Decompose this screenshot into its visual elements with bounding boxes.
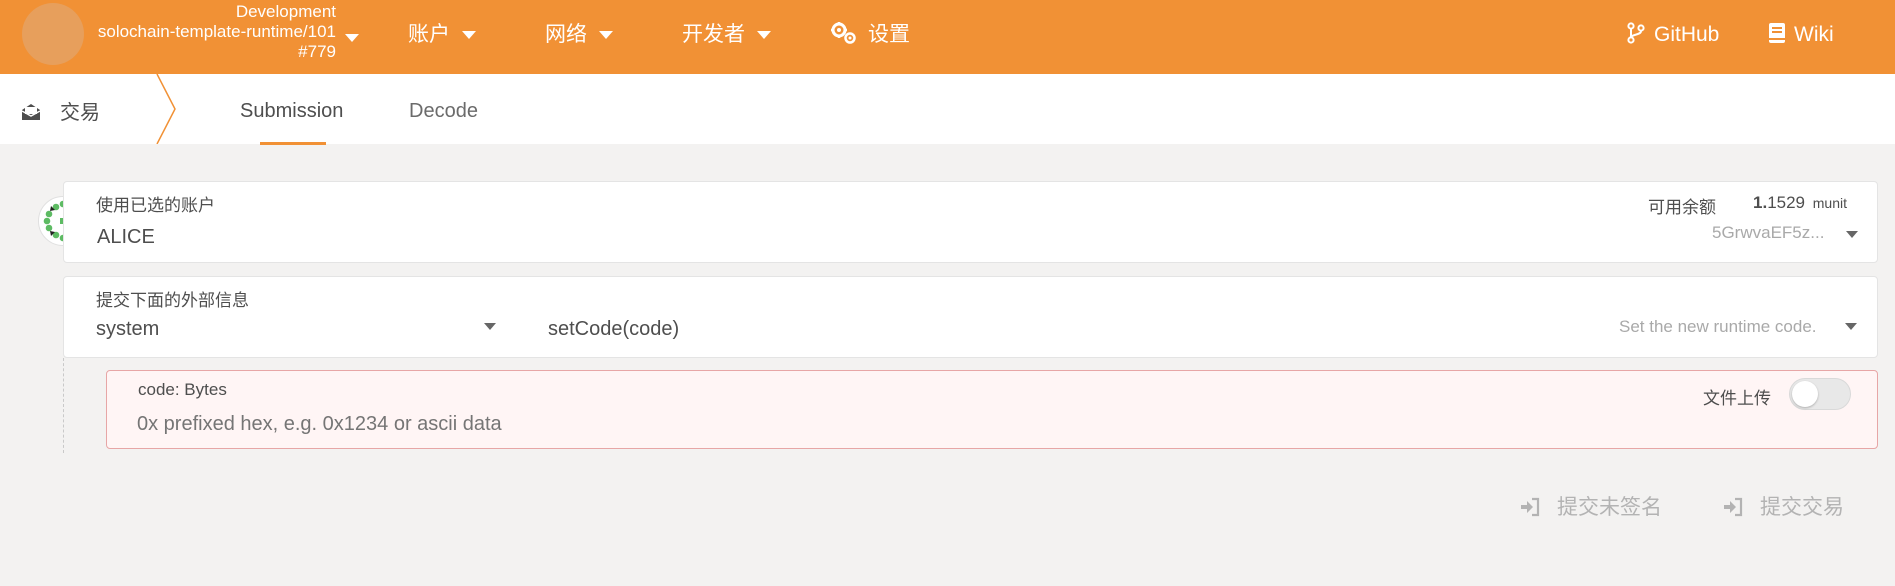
tab-submission[interactable]: Submission xyxy=(240,100,343,123)
chain-selector[interactable]: Development solochain-template-runtime/1… xyxy=(96,2,336,62)
book-icon xyxy=(1769,23,1785,43)
chevron-down-icon xyxy=(757,31,771,40)
code-param-card: code: Bytes 文件上传 xyxy=(106,370,1878,449)
chevron-down-icon xyxy=(599,31,613,40)
method-select[interactable]: setCode(code) xyxy=(548,318,679,341)
chevron-down-icon xyxy=(462,31,476,40)
top-bar: Development solochain-template-runtime/1… xyxy=(0,0,1895,74)
nav-accounts-label: 账户 xyxy=(408,23,450,46)
wiki-label: Wiki xyxy=(1794,23,1834,46)
nav-settings-label: 设置 xyxy=(868,23,910,46)
submit-transaction-button[interactable]: 提交交易 xyxy=(1722,491,1844,521)
submit-transaction-label: 提交交易 xyxy=(1760,496,1844,519)
wiki-link[interactable]: Wiki xyxy=(1768,20,1834,50)
chain-logo[interactable] xyxy=(22,3,84,65)
github-label: GitHub xyxy=(1654,23,1720,46)
nav-developer[interactable]: 开发者 xyxy=(682,20,771,50)
submit-unsigned-button[interactable]: 提交未签名 xyxy=(1519,491,1662,521)
block-number: #779 xyxy=(298,42,336,61)
param-indent-line xyxy=(63,358,64,453)
account-card[interactable]: 使用已选的账户 ALICE 可用余额 1.1529 munit 5GrwvaEF… xyxy=(63,181,1878,263)
tab-decode[interactable]: Decode xyxy=(409,100,478,123)
nav-settings[interactable]: 设置 xyxy=(830,20,910,50)
module-select[interactable]: system xyxy=(96,318,159,341)
sign-in-icon xyxy=(1521,497,1540,517)
balance-label: 可用余额 xyxy=(1648,198,1716,217)
balance-minor: 1529 xyxy=(1767,193,1806,212)
code-input[interactable] xyxy=(137,409,1337,439)
account-label: 使用已选的账户 xyxy=(96,196,215,215)
github-link[interactable]: GitHub xyxy=(1626,20,1719,50)
submit-unsigned-label: 提交未签名 xyxy=(1557,496,1662,519)
nav-developer-label: 开发者 xyxy=(682,23,745,46)
account-address: 5GrwvaEF5z... xyxy=(1712,223,1825,242)
file-upload-label: 文件上传 xyxy=(1703,389,1771,408)
gears-icon xyxy=(831,22,856,44)
chevron-down-icon[interactable] xyxy=(484,323,496,330)
extrinsic-card: 提交下面的外部信息 system setCode(code) Set the n… xyxy=(63,276,1878,358)
section-label: 交易 xyxy=(60,102,100,124)
chevron-down-icon[interactable] xyxy=(1846,231,1858,238)
runtime-version: solochain-template-runtime/101 xyxy=(97,22,336,41)
balance-value: 1.1529 munit xyxy=(1753,193,1847,213)
breadcrumb-chevron-icon xyxy=(156,74,176,144)
sign-in-icon xyxy=(1724,497,1743,517)
nav-network-label: 网络 xyxy=(545,23,587,46)
param-label: code: Bytes xyxy=(138,380,227,399)
balance-unit: munit xyxy=(1812,195,1847,211)
method-description: Set the new runtime code. xyxy=(1619,317,1817,336)
nav-accounts[interactable]: 账户 xyxy=(408,20,476,50)
envelope-open-icon xyxy=(21,104,41,120)
code-branch-icon xyxy=(1627,22,1645,44)
nav-network[interactable]: 网络 xyxy=(545,20,613,50)
chevron-down-icon[interactable] xyxy=(345,29,359,47)
balance-major: 1. xyxy=(1753,193,1768,212)
chain-name: Development xyxy=(235,2,336,21)
sub-nav: 交易 Submission Decode xyxy=(0,74,1895,144)
file-upload-toggle[interactable] xyxy=(1789,378,1851,410)
chevron-down-icon[interactable] xyxy=(1845,323,1857,330)
extrinsic-label: 提交下面的外部信息 xyxy=(96,291,249,310)
section-extrinsics[interactable]: 交易 xyxy=(20,96,100,125)
active-tab-indicator xyxy=(260,142,326,145)
account-name: ALICE xyxy=(97,226,155,248)
